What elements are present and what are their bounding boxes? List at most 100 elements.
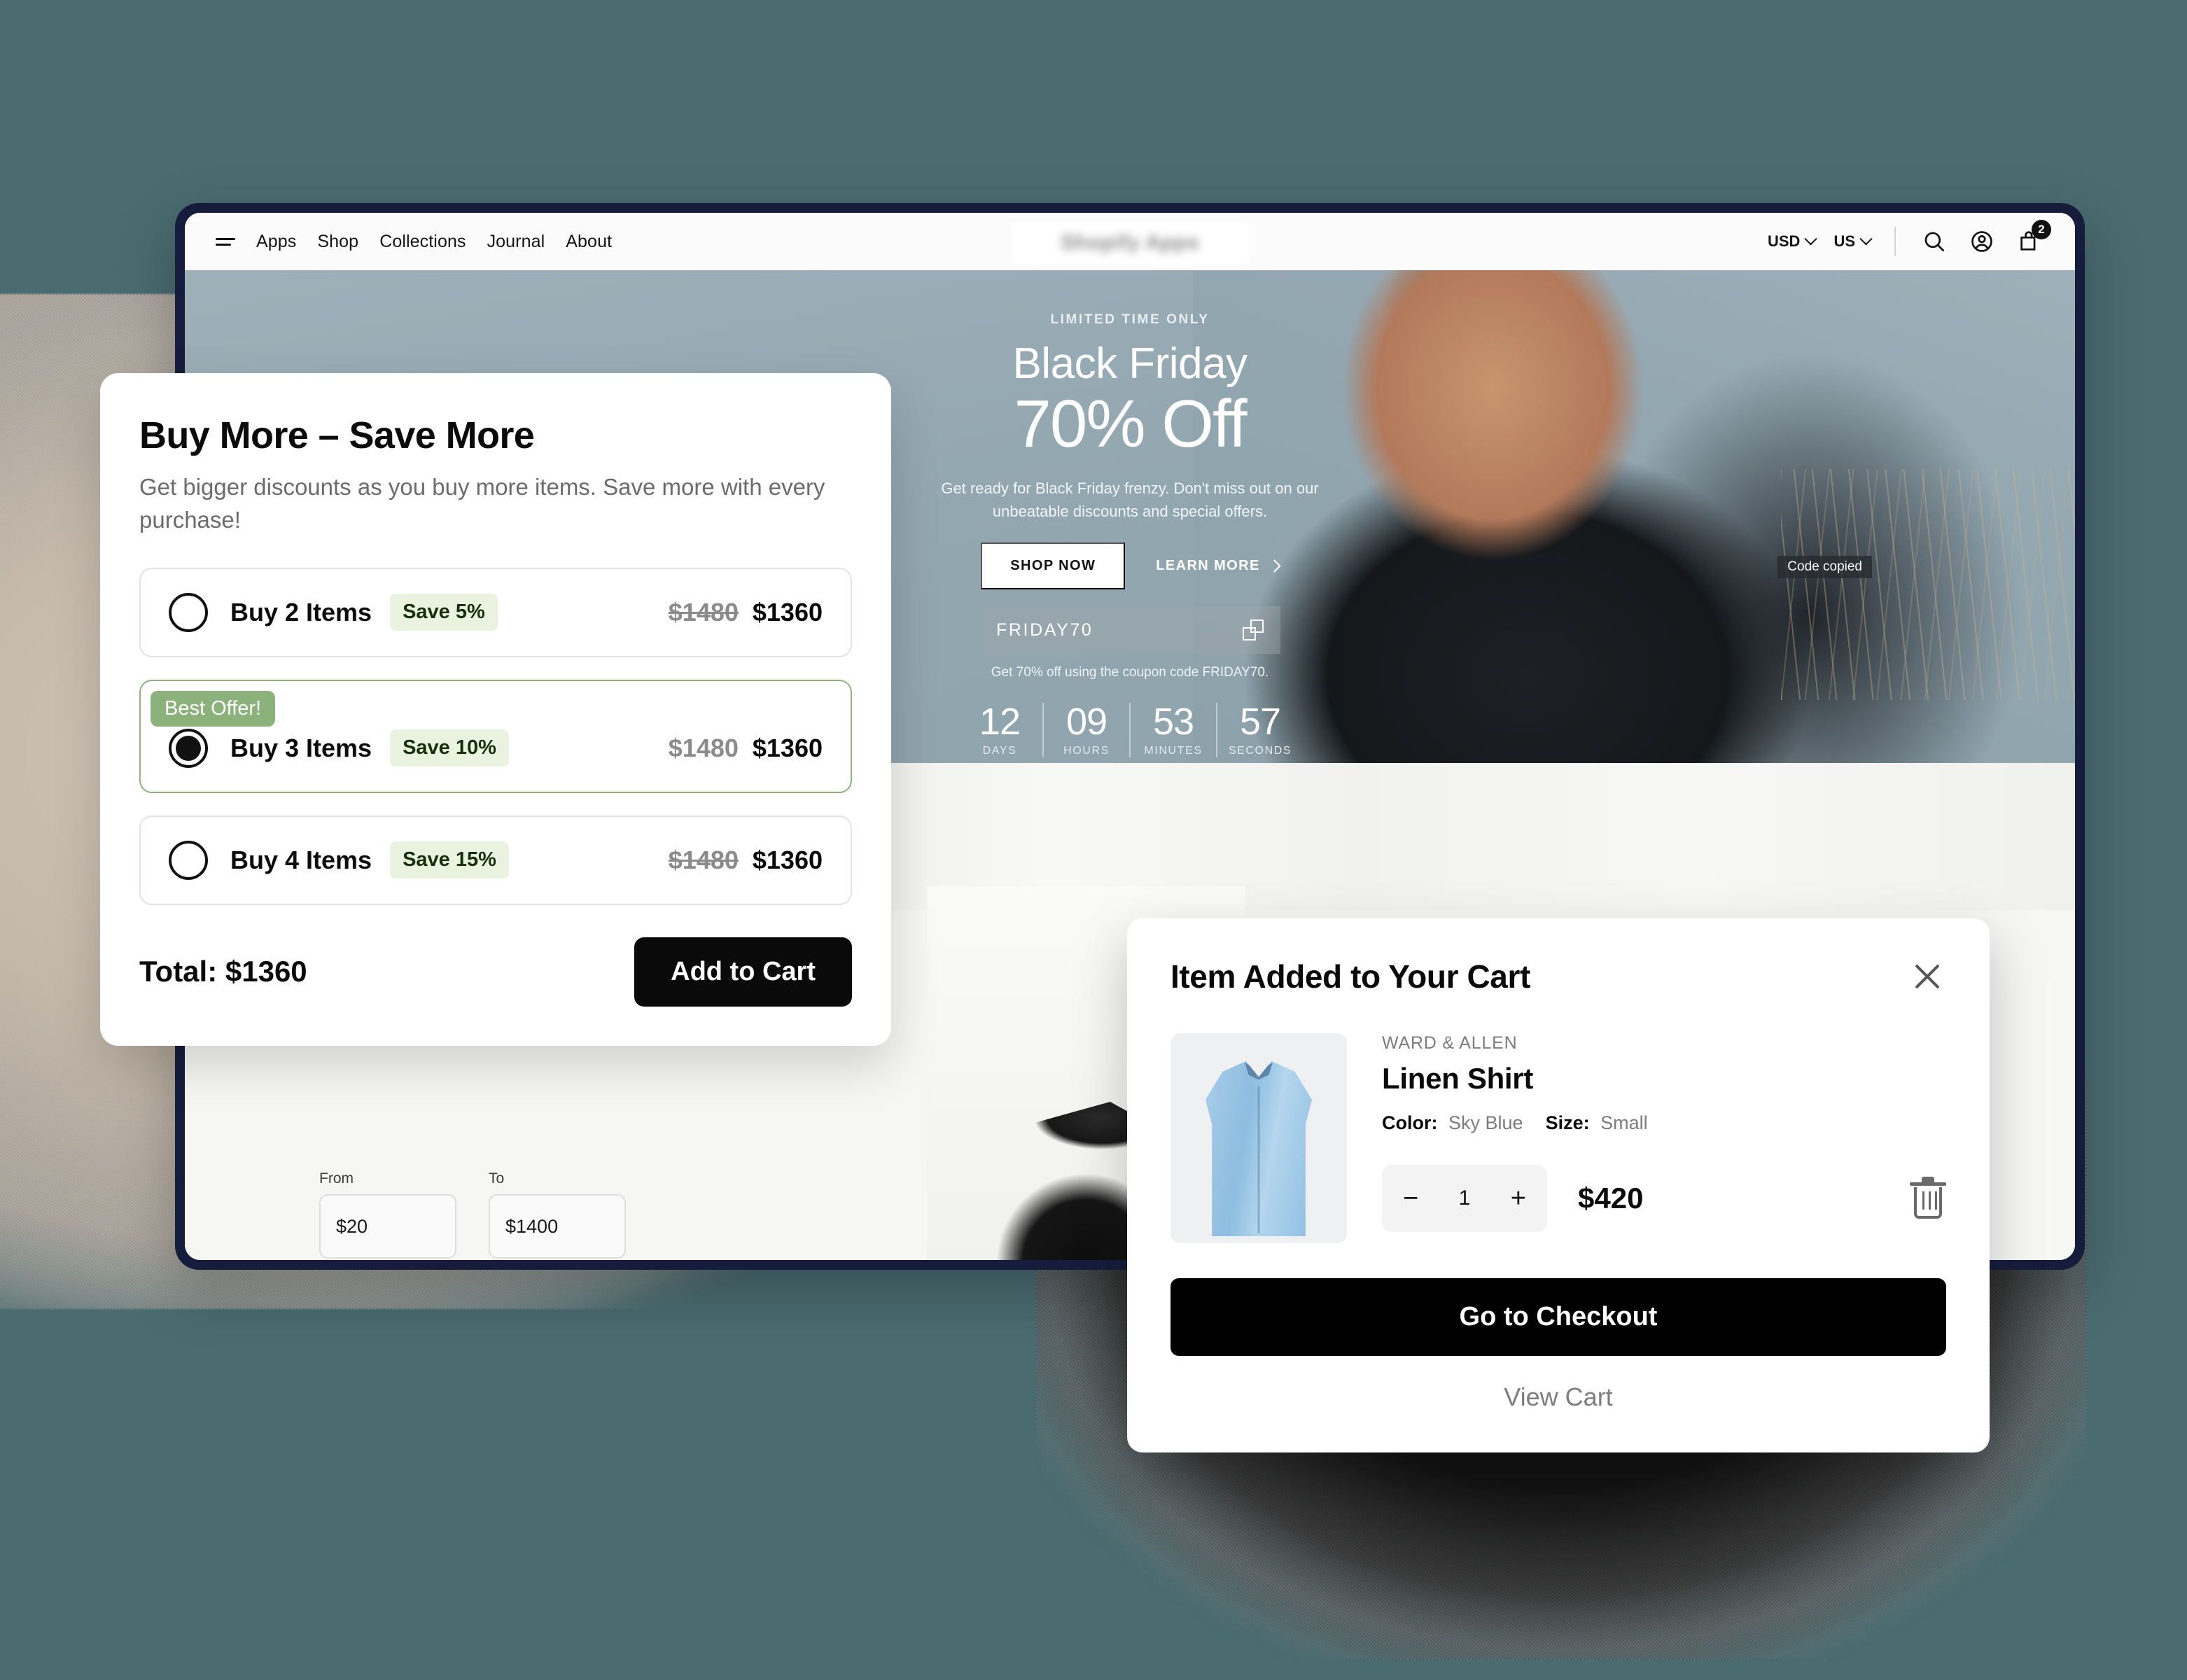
panel-footer: Total: $1360 Add to Cart xyxy=(139,937,852,1007)
linen-shirt-image xyxy=(1206,1061,1312,1236)
product-name: Linen Shirt xyxy=(1382,1062,1534,1095)
increment-button[interactable]: + xyxy=(1511,1185,1526,1212)
hero-kicker: LIMITED TIME ONLY xyxy=(1050,312,1210,327)
learn-more-button[interactable]: LEARN MORE xyxy=(1156,558,1281,574)
size-label: Size: xyxy=(1545,1112,1590,1133)
countdown-minutes: 53 MINUTES xyxy=(1131,700,1216,757)
currency-selector[interactable]: USD xyxy=(1767,232,1818,251)
site-navigation-bar: Apps Shop Collections Journal About Shop… xyxy=(185,213,2075,270)
price-to-label: To xyxy=(489,1170,505,1186)
buy-more-save-more-panel: Buy More – Save More Get bigger discount… xyxy=(100,373,891,1046)
price-from-input[interactable]: $20 xyxy=(319,1194,456,1259)
add-to-cart-button[interactable]: Add to Cart xyxy=(634,937,852,1007)
tier-radio-buy-3[interactable] xyxy=(169,728,208,768)
countdown-days: 12 DAYS xyxy=(957,700,1042,757)
hamburger-icon[interactable] xyxy=(216,237,235,246)
nav-divider xyxy=(1894,227,1896,256)
countdown-days-value: 12 xyxy=(979,701,1021,743)
quantity-value: 1 xyxy=(1458,1186,1471,1210)
total-price: Total: $1360 xyxy=(139,955,307,988)
price-to-input[interactable]: $1400 xyxy=(489,1194,626,1259)
tier-option-buy-3[interactable]: Best Offer! Buy 3 Items Save 10% $1480 $… xyxy=(139,679,852,793)
site-logo[interactable]: Shopify Apps xyxy=(1011,221,1249,265)
currency-value: USD xyxy=(1767,232,1801,250)
cart-count-badge: 2 xyxy=(2032,220,2051,239)
hero-subtitle: Get ready for Black Friday frenzy. Don't… xyxy=(941,479,1319,520)
shop-now-button[interactable]: SHOP NOW xyxy=(981,542,1126,589)
best-offer-badge: Best Offer! xyxy=(151,690,276,727)
tier-prices-buy-4: $1480 $1360 xyxy=(669,846,823,875)
product-variants: Color: Sky Blue Size: Small xyxy=(1382,1112,1946,1134)
color-label: Color: xyxy=(1382,1112,1438,1133)
hero-title: Black Friday xyxy=(1012,340,1248,388)
price-range-filter: From $20 To $1400 xyxy=(319,1170,626,1259)
cart-product-info: WARD & ALLEN Linen Shirt Color: Sky Blue… xyxy=(1382,1033,1946,1243)
panel-subtitle: Get bigger discounts as you buy more ite… xyxy=(139,474,825,533)
tier-option-buy-2[interactable]: Buy 2 Items Save 5% $1480 $1360 xyxy=(139,567,852,657)
nav-link-about[interactable]: About xyxy=(566,232,612,252)
country-selector[interactable]: US xyxy=(1833,232,1873,251)
chevron-down-icon xyxy=(1804,232,1818,245)
nav-link-apps[interactable]: Apps xyxy=(256,232,296,252)
countdown-hours-label: HOURS xyxy=(1063,745,1110,757)
tier-label-buy-2: Buy 2 Items xyxy=(230,597,372,626)
tier-label-buy-3: Buy 3 Items xyxy=(230,733,372,762)
tier-save-badge-buy-3: Save 10% xyxy=(390,729,509,767)
tier-original-price-buy-3: $1480 xyxy=(668,733,739,762)
color-value: Sky Blue xyxy=(1448,1112,1523,1133)
country-value: US xyxy=(1833,232,1855,250)
tier-label-buy-4: Buy 4 Items xyxy=(230,845,372,874)
size-value: Small xyxy=(1600,1112,1648,1133)
tier-list: Buy 2 Items Save 5% $1480 $1360 Best Off… xyxy=(139,567,852,905)
nav-link-shop[interactable]: Shop xyxy=(317,232,358,252)
account-icon[interactable] xyxy=(1967,227,1997,256)
quantity-row: − 1 + $420 xyxy=(1382,1165,1946,1232)
coupon-note: Get 70% off using the coupon code FRIDAY… xyxy=(991,665,1269,680)
tier-prices-buy-3: $1480 $1360 xyxy=(669,734,823,763)
coupon-code-value: FRIDAY70 xyxy=(996,620,1094,640)
tier-save-badge-buy-4: Save 15% xyxy=(390,841,509,879)
product-thumbnail xyxy=(1171,1033,1347,1243)
nav-left-group: Apps Shop Collections Journal About xyxy=(216,232,612,252)
variant-size: Size: Small xyxy=(1546,1112,1648,1134)
cart-icon[interactable]: 2 xyxy=(2015,220,2051,256)
line-item-price: $420 xyxy=(1578,1182,1644,1214)
search-icon[interactable] xyxy=(1920,227,1949,256)
tier-prices-buy-2: $1480 $1360 xyxy=(669,598,823,627)
go-to-checkout-button[interactable]: Go to Checkout xyxy=(1171,1278,1946,1356)
copy-icon[interactable] xyxy=(1243,620,1264,640)
countdown-minutes-label: MINUTES xyxy=(1144,745,1203,757)
tier-radio-buy-4[interactable] xyxy=(169,840,208,880)
variant-color: Color: Sky Blue xyxy=(1382,1112,1523,1134)
price-to-group: To $1400 xyxy=(489,1170,626,1259)
countdown-days-label: DAYS xyxy=(982,745,1017,757)
decrement-button[interactable]: − xyxy=(1403,1185,1418,1212)
tier-option-buy-4[interactable]: Buy 4 Items Save 15% $1480 $1360 xyxy=(139,815,852,905)
learn-more-label: LEARN MORE xyxy=(1156,558,1260,573)
cart-modal-title: Item Added to Your Cart xyxy=(1171,958,1530,995)
chevron-down-icon xyxy=(1859,232,1873,245)
item-added-cart-modal: Item Added to Your Cart WARD & ALLEN Lin… xyxy=(1127,918,1990,1452)
tier-radio-buy-2[interactable] xyxy=(169,592,208,632)
countdown-hours: 09 HOURS xyxy=(1044,700,1129,757)
site-logo-text: Shopify Apps xyxy=(1060,231,1200,254)
nav-link-journal[interactable]: Journal xyxy=(487,232,545,252)
coupon-code-bar[interactable]: FRIDAY70 xyxy=(979,606,1280,654)
countdown-seconds-value: 57 xyxy=(1239,701,1281,743)
tier-discounted-price-buy-3: $1360 xyxy=(752,733,823,762)
product-brand: WARD & ALLEN xyxy=(1382,1033,1518,1053)
nav-link-collections[interactable]: Collections xyxy=(379,232,466,252)
quantity-stepper[interactable]: − 1 + xyxy=(1382,1165,1547,1232)
tier-original-price-buy-2: $1480 xyxy=(668,597,739,626)
countdown-seconds: 57 SECONDS xyxy=(1217,700,1303,757)
close-icon[interactable] xyxy=(1908,958,1946,995)
countdown-minutes-value: 53 xyxy=(1152,701,1194,743)
countdown-seconds-label: SECONDS xyxy=(1228,745,1292,757)
price-from-label: From xyxy=(319,1170,354,1186)
hero-cta-group: SHOP NOW LEARN MORE xyxy=(981,542,1281,589)
view-cart-link[interactable]: View Cart xyxy=(1171,1382,1946,1412)
countdown-timer: 12 DAYS 09 HOURS 53 MINUTES 57 SECONDS xyxy=(957,700,1303,757)
tier-discounted-price-buy-4: $1360 xyxy=(752,845,823,874)
trash-icon[interactable] xyxy=(1910,1177,1946,1219)
hero-headline: 70% Off xyxy=(1014,386,1247,461)
